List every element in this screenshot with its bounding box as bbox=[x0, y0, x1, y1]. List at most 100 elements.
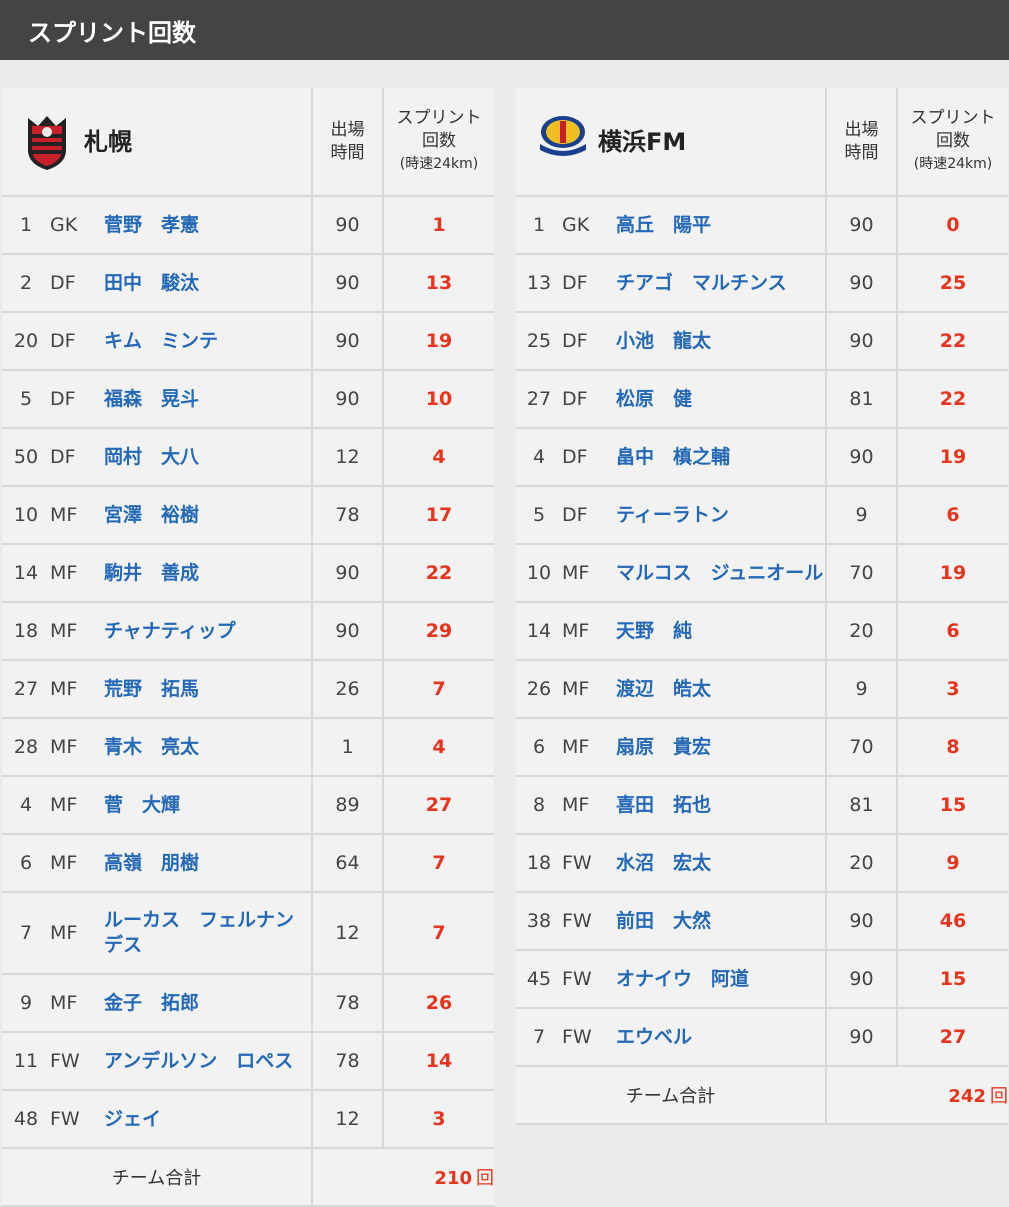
player-sprints: 25 bbox=[896, 254, 1008, 313]
table-row: 38 FW 前田 大然 90 46 bbox=[516, 892, 1008, 951]
player-name-link[interactable]: アンデルソン ロペス bbox=[104, 1032, 312, 1091]
player-name-link[interactable]: チャナティップ bbox=[104, 602, 312, 661]
player-minutes: 90 bbox=[825, 312, 897, 371]
player-name-link[interactable]: 田中 駿汰 bbox=[104, 254, 312, 313]
table-row: 10 MF マルコス ジュニオール 70 19 bbox=[516, 544, 1008, 603]
player-minutes: 90 bbox=[311, 254, 383, 313]
sprint-column-header: スプリント 回数 (時速24km) bbox=[896, 88, 1008, 197]
player-name-link[interactable]: 高嶺 朋樹 bbox=[104, 834, 312, 893]
player-name-link[interactable]: チアゴ マルチンス bbox=[616, 254, 826, 313]
team-total-label: チーム合計 bbox=[516, 1066, 826, 1125]
player-sprints: 27 bbox=[896, 1008, 1008, 1067]
table-row: 18 MF チャナティップ 90 29 bbox=[2, 602, 494, 661]
table-row: 27 MF 荒野 拓馬 26 7 bbox=[2, 660, 494, 719]
table-row: 48 FW ジェイ 12 3 bbox=[2, 1090, 494, 1149]
player-number: 5 bbox=[2, 370, 50, 429]
player-position: GK bbox=[562, 196, 616, 255]
player-name-link[interactable]: ルーカス フェルナンデス bbox=[104, 892, 312, 975]
player-name-link[interactable]: 水沼 宏太 bbox=[616, 834, 826, 893]
player-name-link[interactable]: 前田 大然 bbox=[616, 892, 826, 951]
player-name-link[interactable]: 扇原 貴宏 bbox=[616, 718, 826, 777]
player-position: MF bbox=[562, 718, 616, 777]
player-name-link[interactable]: 荒野 拓馬 bbox=[104, 660, 312, 719]
player-name-link[interactable]: エウベル bbox=[616, 1008, 826, 1067]
player-name-link[interactable]: 天野 純 bbox=[616, 602, 826, 661]
player-position: FW bbox=[562, 1008, 616, 1067]
player-minutes: 90 bbox=[311, 602, 383, 661]
team-name-cell: 横浜FM bbox=[516, 88, 826, 197]
player-number: 48 bbox=[2, 1090, 50, 1149]
player-name-link[interactable]: キム ミンテ bbox=[104, 312, 312, 371]
player-sprints: 14 bbox=[382, 1032, 494, 1091]
table-row: 14 MF 駒井 善成 90 22 bbox=[2, 544, 494, 603]
player-name-link[interactable]: ジェイ bbox=[104, 1090, 312, 1149]
player-name-link[interactable]: 高丘 陽平 bbox=[616, 196, 826, 255]
player-number: 26 bbox=[516, 660, 562, 719]
player-number: 4 bbox=[2, 776, 50, 835]
player-number: 20 bbox=[2, 312, 50, 371]
minutes-header-line1: 出場 bbox=[330, 119, 365, 140]
player-name-link[interactable]: 福森 晃斗 bbox=[104, 370, 312, 429]
player-position: MF bbox=[50, 974, 104, 1033]
player-name-link[interactable]: マルコス ジュニオール bbox=[616, 544, 826, 603]
table-row: 4 MF 菅 大輝 89 27 bbox=[2, 776, 494, 835]
player-position: DF bbox=[50, 370, 104, 429]
player-position: DF bbox=[562, 428, 616, 487]
player-position: FW bbox=[50, 1032, 104, 1091]
player-number: 50 bbox=[2, 428, 50, 487]
team-total-number: 242 bbox=[948, 1086, 986, 1107]
player-name-link[interactable]: 畠中 槙之輔 bbox=[616, 428, 826, 487]
player-minutes: 81 bbox=[825, 776, 897, 835]
table-row: 4 DF 畠中 槙之輔 90 19 bbox=[516, 428, 1008, 487]
team-name-cell: 札幌 bbox=[2, 88, 312, 197]
player-name-link[interactable]: 宮澤 裕樹 bbox=[104, 486, 312, 545]
player-sprints: 17 bbox=[382, 486, 494, 545]
team-total-row: チーム合計 242 回 bbox=[516, 1066, 1008, 1125]
player-minutes: 78 bbox=[311, 486, 383, 545]
team-total-row: チーム合計 210 回 bbox=[2, 1148, 494, 1207]
player-name-link[interactable]: 菅野 孝憲 bbox=[104, 196, 312, 255]
table-row: 25 DF 小池 龍太 90 22 bbox=[516, 312, 1008, 371]
player-name-link[interactable]: 駒井 善成 bbox=[104, 544, 312, 603]
player-number: 10 bbox=[2, 486, 50, 545]
table-row: 11 FW アンデルソン ロペス 78 14 bbox=[2, 1032, 494, 1091]
player-name-link[interactable]: 金子 拓郎 bbox=[104, 974, 312, 1033]
player-name-link[interactable]: オナイウ 阿道 bbox=[616, 950, 826, 1009]
player-position: MF bbox=[562, 544, 616, 603]
player-position: FW bbox=[562, 892, 616, 951]
sprint-header-line1: スプリント bbox=[396, 108, 482, 128]
player-sprints: 4 bbox=[382, 718, 494, 777]
player-minutes: 70 bbox=[825, 544, 897, 603]
player-name-link[interactable]: 松原 健 bbox=[616, 370, 826, 429]
player-number: 7 bbox=[516, 1008, 562, 1067]
player-position: MF bbox=[562, 776, 616, 835]
player-name-link[interactable]: 小池 龍太 bbox=[616, 312, 826, 371]
player-name-link[interactable]: 岡村 大八 bbox=[104, 428, 312, 487]
player-sprints: 3 bbox=[382, 1090, 494, 1149]
player-sprints: 19 bbox=[896, 428, 1008, 487]
player-minutes: 90 bbox=[825, 428, 897, 487]
player-minutes: 1 bbox=[311, 718, 383, 777]
player-name-link[interactable]: ティーラトン bbox=[616, 486, 826, 545]
player-position: DF bbox=[562, 254, 616, 313]
player-name-link[interactable]: 喜田 拓也 bbox=[616, 776, 826, 835]
player-number: 18 bbox=[2, 602, 50, 661]
player-minutes: 90 bbox=[825, 1008, 897, 1067]
player-number: 18 bbox=[516, 834, 562, 893]
player-minutes: 78 bbox=[311, 974, 383, 1033]
player-position: MF bbox=[50, 660, 104, 719]
player-name-link[interactable]: 青木 亮太 bbox=[104, 718, 312, 777]
player-name-link[interactable]: 菅 大輝 bbox=[104, 776, 312, 835]
player-sprints: 6 bbox=[896, 486, 1008, 545]
player-position: DF bbox=[562, 312, 616, 371]
player-sprints: 6 bbox=[896, 602, 1008, 661]
table-row: 28 MF 青木 亮太 1 4 bbox=[2, 718, 494, 777]
sprint-header-line3: (時速24km) bbox=[399, 156, 479, 172]
player-minutes: 70 bbox=[825, 718, 897, 777]
player-position: DF bbox=[562, 486, 616, 545]
player-position: MF bbox=[562, 602, 616, 661]
table-row: 50 DF 岡村 大八 12 4 bbox=[2, 428, 494, 487]
sprint-tables: 札幌 出場 時間 スプリント 回数 (時速24km) 1 GK 菅野 孝憲 90 1 2 DF 田中 駿汰… bbox=[0, 60, 1009, 1207]
player-name-link[interactable]: 渡辺 皓太 bbox=[616, 660, 826, 719]
sprint-header-line1: スプリント bbox=[910, 108, 996, 128]
